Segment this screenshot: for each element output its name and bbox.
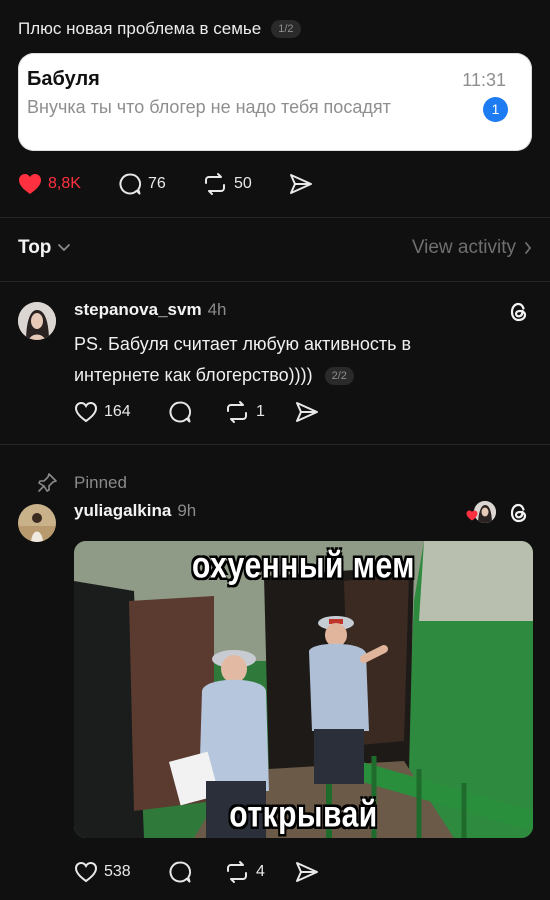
meme-caption-bottom: открывай [229,793,378,835]
divider [0,444,550,445]
threads-logo-icon[interactable] [507,501,531,525]
comment-icon [168,860,192,884]
repost-icon [224,400,250,424]
heart-filled-icon [466,510,478,521]
post-text-row: Плюс новая проблема в семье 1/2 [18,19,301,39]
like-count: 538 [104,863,131,880]
repost-button[interactable]: 1 [224,400,294,424]
view-activity-label: View activity [411,237,516,258]
send-icon [288,172,314,196]
reply-header: yuliagalkina 9h [74,501,196,521]
chevron-down-icon [57,243,71,253]
repost-button[interactable]: 4 [224,860,294,884]
reply-text-line2: интернете как блогерство)))) [74,365,313,385]
sort-label: Top [18,237,52,258]
comment-button[interactable]: 76 [118,172,202,196]
send-icon [294,400,320,424]
repost-count: 1 [256,403,265,420]
unread-badge: 1 [483,97,508,122]
like-button[interactable]: 538 [74,861,168,883]
notification-sender: Бабуля [27,68,100,90]
comment-icon [168,400,192,424]
heart-filled-icon [18,173,42,195]
chevron-right-icon [524,241,532,255]
share-button[interactable] [294,400,326,424]
like-button[interactable]: 164 [74,401,168,423]
heart-icon [74,861,98,883]
avatar[interactable] [18,504,56,542]
reply-text-line1: PS. Бабуля считает любую активность в [74,334,412,354]
username[interactable]: yuliagalkina [74,501,171,521]
reply-actions: 538 4 [74,860,326,884]
like-count: 164 [104,403,131,420]
like-button[interactable]: 8,8K [18,173,106,195]
threads-logo-icon[interactable] [507,300,531,324]
comment-icon [118,172,142,196]
meme-caption-top: охуенный мем [192,544,415,586]
reply-text-row2: интернете как блогерство)))) 2/2 [74,365,354,386]
repost-count: 4 [256,863,265,880]
thread-counter: 2/2 [324,366,354,385]
share-button[interactable] [294,860,326,884]
comment-button[interactable] [168,400,224,424]
send-icon [294,860,320,884]
divider [0,281,550,282]
repost-button[interactable]: 50 [202,172,288,196]
reply-header: stepanova_svm 4h [74,300,227,320]
post-time: 4h [207,300,227,319]
thread-counter: 1/2 [271,20,301,38]
sort-dropdown[interactable]: Top [18,237,71,259]
post-text: Плюс новая проблема в семье [18,19,262,38]
author-liked-indicator [466,501,496,525]
share-button[interactable] [288,172,320,196]
username[interactable]: stepanova_svm [74,300,202,320]
comment-button[interactable] [168,860,224,884]
pinned-label: Pinned [74,473,127,492]
repost-count: 50 [234,175,252,192]
pinned-row: Pinned [36,472,127,494]
post-actions: 8,8K 76 50 [18,172,320,196]
post-time: 9h [177,501,197,520]
notification-card: Бабуля 11:31 Внучка ты что блогер не над… [18,53,532,151]
comment-count: 76 [148,175,166,192]
view-activity-link[interactable]: View activity [412,237,532,259]
meme-image[interactable]: охуенный мем открывай [74,541,533,838]
like-count: 8,8K [48,175,81,192]
repost-icon [224,860,250,884]
repost-icon [202,172,228,196]
reply-actions: 164 1 [74,400,326,424]
avatar[interactable] [18,302,56,340]
notification-message: Внучка ты что блогер не надо тебя посадя… [27,97,391,117]
divider [0,217,550,218]
pin-icon [36,472,58,494]
heart-icon [74,401,98,423]
notification-time: 11:31 [462,70,506,90]
